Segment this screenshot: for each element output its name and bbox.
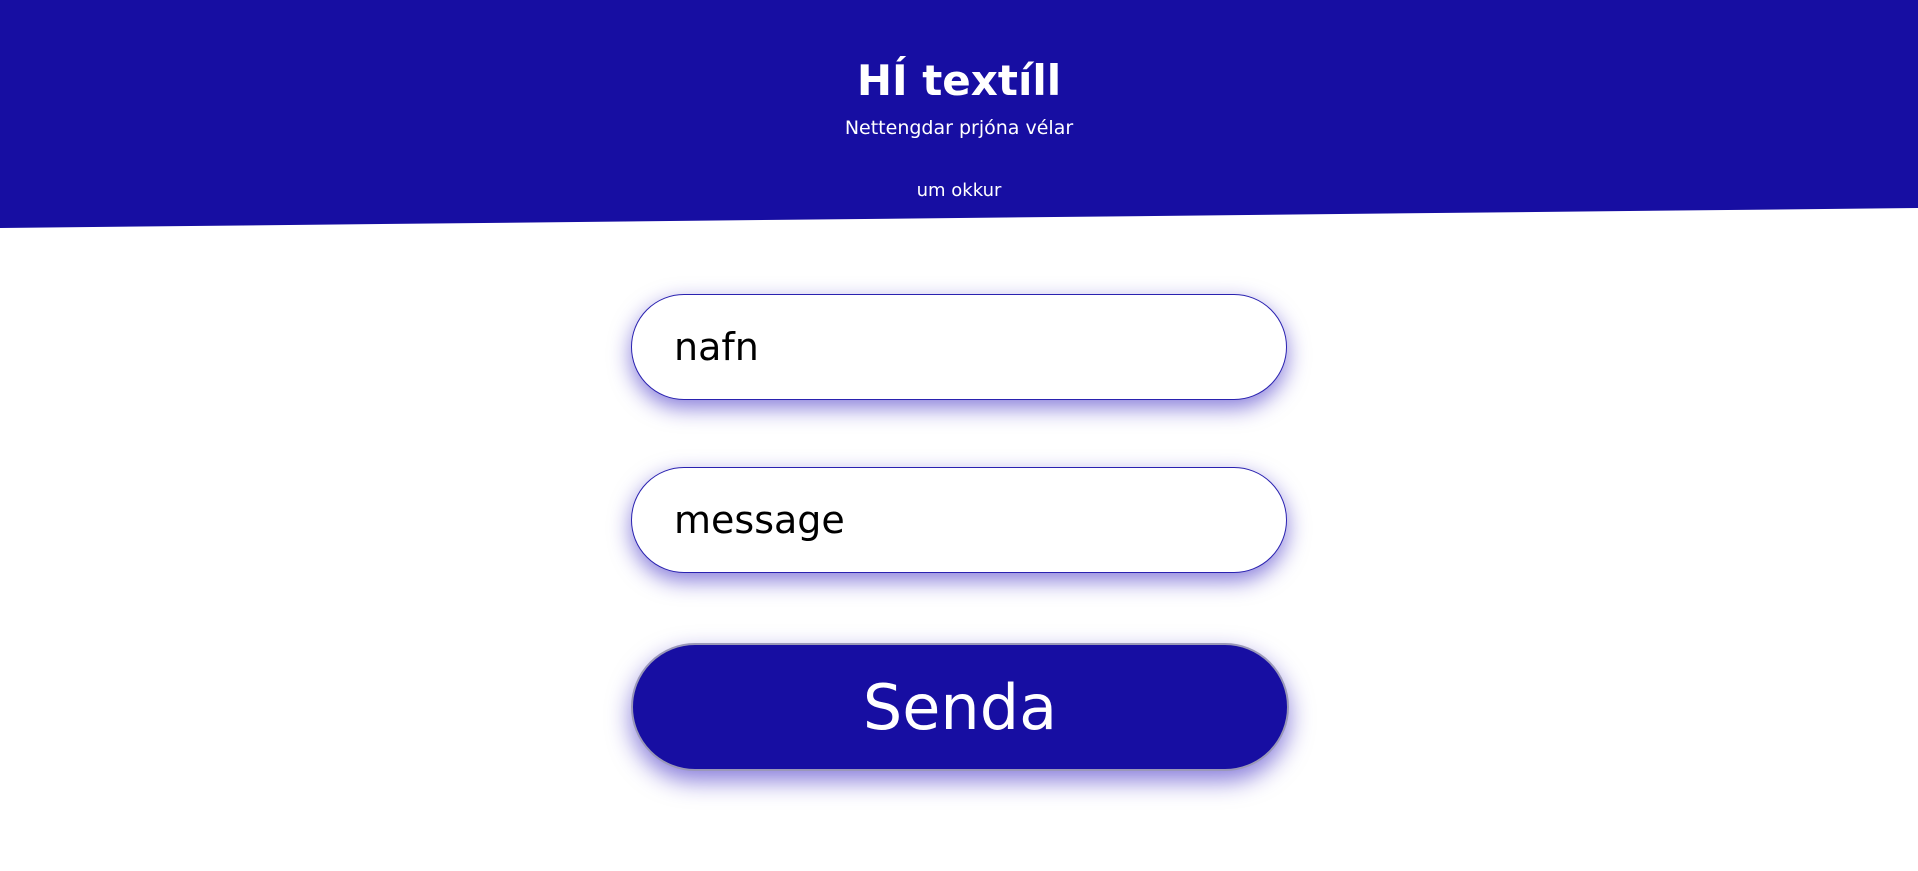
message-input[interactable]: [631, 467, 1287, 573]
name-input[interactable]: [631, 294, 1287, 400]
site-title: HÍ textíll: [856, 56, 1062, 105]
submit-button[interactable]: Senda: [631, 643, 1289, 771]
site-subtitle: Nettengdar prjóna vélar: [844, 117, 1074, 139]
nav: um okkur: [0, 180, 1918, 201]
nav-link-about[interactable]: um okkur: [917, 180, 1002, 201]
